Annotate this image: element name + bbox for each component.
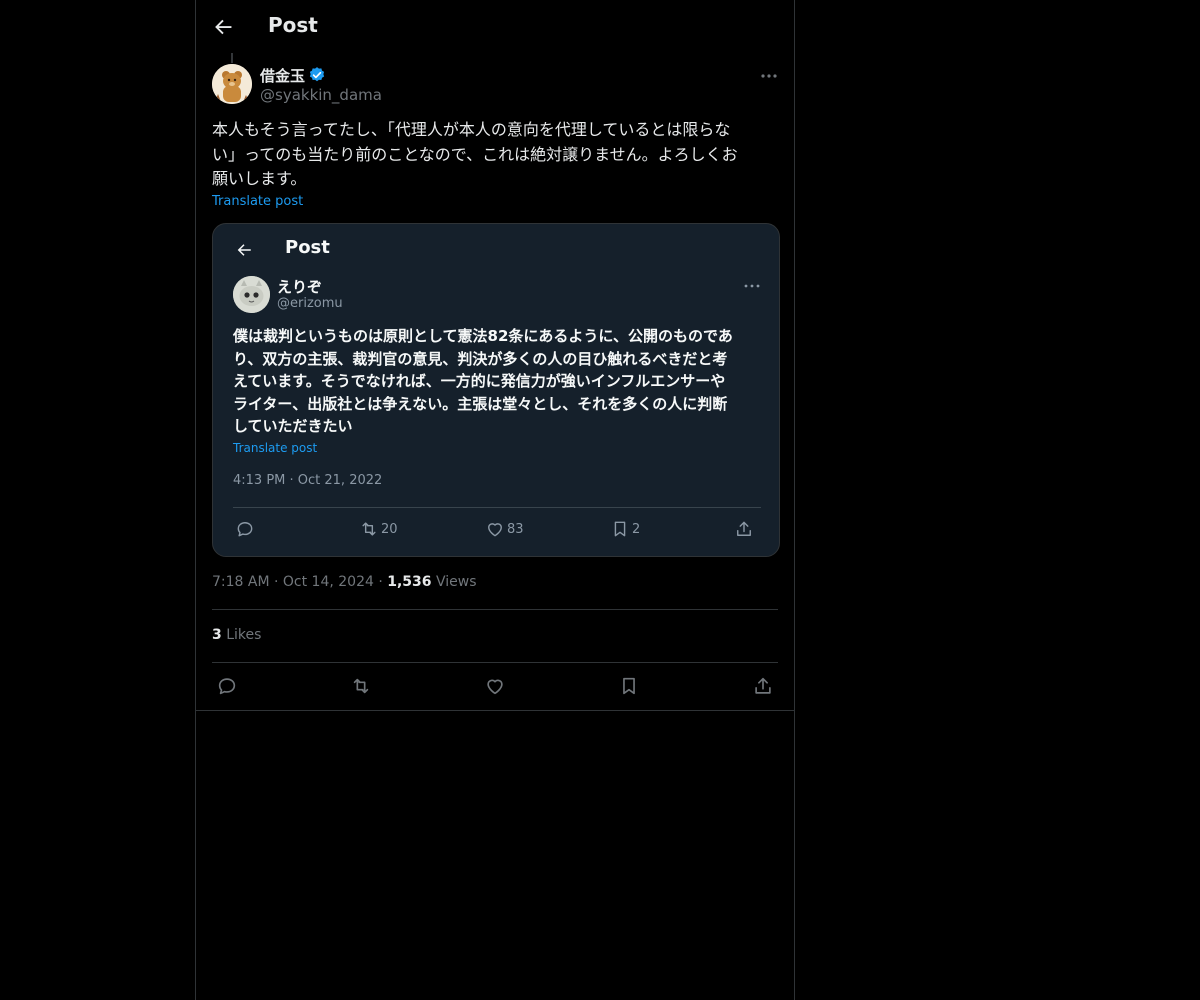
author-handle[interactable]: @syakkin_dama	[260, 86, 382, 104]
screenshot-repost: 20	[359, 519, 398, 541]
screenshot-repost-count: 20	[381, 521, 398, 537]
screenshot-bookmark-count: 2	[632, 521, 641, 537]
page-title: Post	[268, 13, 318, 37]
repost-icon	[362, 522, 376, 536]
screenshot-like: 83	[485, 519, 524, 541]
top-bar: Post	[196, 0, 794, 53]
heart-icon	[488, 523, 502, 537]
verified-badge-icon	[308, 66, 326, 84]
views-count: 1,536	[387, 574, 432, 590]
divider	[212, 662, 778, 663]
screenshot-bookmark: 2	[610, 519, 640, 541]
bookmark-icon	[614, 521, 626, 537]
screenshot-avatar	[233, 276, 270, 313]
divider	[196, 710, 794, 711]
likes-label: Likes	[221, 627, 262, 643]
post-metadata: 7:18 AM · Oct 14, 2024 · 1,536 Views	[212, 574, 477, 590]
like-button[interactable]	[484, 675, 508, 699]
heart-icon	[487, 679, 503, 695]
screenshot-post-text: 僕は裁判というものは原則として憲法82条にあるように、公開のものであ り、双方の…	[233, 327, 733, 435]
arrow-left-icon	[237, 244, 251, 256]
screenshot-author-name: えりぞ	[277, 278, 323, 296]
divider	[212, 609, 778, 610]
reply-button[interactable]	[216, 675, 240, 699]
repost-icon	[353, 678, 369, 694]
more-icon	[761, 74, 777, 78]
more-icon	[744, 284, 760, 288]
share-icon	[737, 521, 751, 536]
author-avatar[interactable]	[212, 64, 252, 104]
more-options-button[interactable]	[754, 63, 784, 89]
translate-post-link[interactable]: Translate post	[212, 194, 303, 209]
screenshot-divider	[233, 507, 761, 508]
likes-summary[interactable]: 3 Likes	[212, 627, 261, 643]
back-button[interactable]	[208, 12, 238, 42]
thread-connector	[231, 53, 233, 63]
likes-count: 3	[212, 627, 222, 643]
screenshot-reply	[235, 519, 255, 541]
screenshot-title: Post	[285, 237, 330, 258]
screenshot-translate-link: Translate post	[233, 441, 318, 455]
reply-icon	[218, 678, 236, 695]
reply-icon	[237, 522, 253, 537]
screenshot-author-handle: @erizomu	[277, 296, 343, 311]
screenshot-timestamp: 4:13 PM · Oct 21, 2022	[233, 473, 383, 488]
share-button[interactable]	[752, 675, 776, 699]
bookmark-button[interactable]	[618, 675, 642, 699]
post-text: 本人もそう言ってたし、「代理人が本人の意向を代理しているとは限らな い」ってのも…	[212, 120, 738, 188]
bookmark-icon	[623, 677, 635, 695]
screenshot-like-count: 83	[507, 521, 524, 537]
cat-avatar-icon	[233, 276, 270, 313]
views-label: Views	[431, 574, 477, 590]
embedded-screenshot[interactable]: Post えりぞ @erizomu 僕は裁判というものは原則として憲法82条にあ…	[212, 223, 780, 557]
arrow-left-icon	[215, 19, 232, 35]
post-timestamp[interactable]: 7:18 AM · Oct 14, 2024 ·	[212, 574, 387, 590]
author-name[interactable]: 借金玉	[260, 65, 305, 86]
post-column: Post 借金玉 @syakkin_dama 本人もそう言ってたし、「代理人が本…	[195, 0, 795, 1000]
share-icon	[755, 677, 771, 694]
screenshot-share	[734, 519, 754, 541]
repost-button[interactable]	[350, 675, 374, 699]
bear-avatar-icon	[212, 64, 252, 104]
